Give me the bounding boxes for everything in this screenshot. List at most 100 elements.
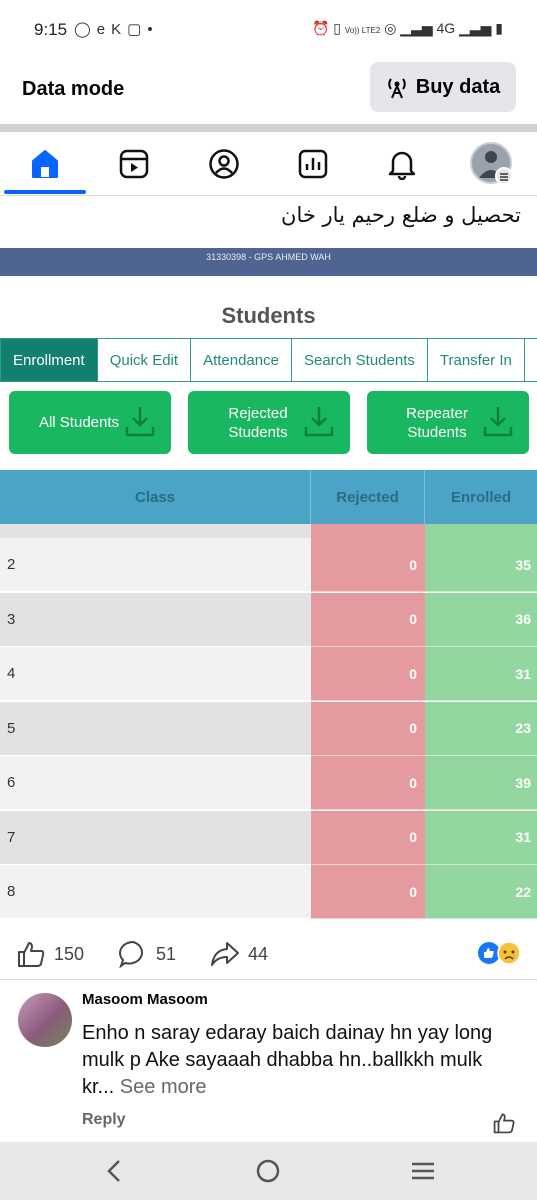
nav-profile[interactable] (184, 132, 264, 196)
class-cell: 4 (0, 647, 311, 701)
header-class: Class (0, 470, 311, 524)
rejected-cell: 0 (311, 701, 425, 756)
share-count: 44 (248, 943, 269, 964)
like-button[interactable]: 150 (16, 940, 84, 968)
reaction-summary[interactable] (477, 941, 521, 965)
status-bar: 9:15 ◯eK▢• ⏰ ▯ Vo)) LTE2 ◎ ▁▃▅ 4G ▁▃▅ ▮ (0, 0, 537, 60)
volte-icon: Vo)) LTE2 (344, 26, 381, 35)
nav-menu-avatar[interactable] (452, 132, 532, 196)
rejected-students-label: Rejected Students (228, 404, 288, 441)
alarm-icon: ⏰ (311, 20, 330, 36)
tab-enrollment[interactable]: Enrollment (1, 339, 98, 381)
comment-icon (119, 940, 143, 968)
nav-notifications[interactable] (362, 132, 442, 196)
rejected-cell: 0 (311, 538, 425, 592)
table-row: 6 0 39 (0, 756, 537, 810)
reply-button[interactable]: Reply (82, 1111, 126, 1129)
share-icon (211, 942, 239, 966)
students-title: Students (221, 303, 316, 328)
enrolled-cell: 39 (425, 756, 537, 810)
enrolled-cell: 31 (425, 810, 537, 865)
download-icon (304, 407, 334, 437)
4g-icon: 4G (436, 20, 456, 36)
table-row: 7 0 31 (0, 810, 537, 865)
table-row: 3 0 36 (0, 592, 537, 647)
all-students-label: All Students (38, 414, 120, 431)
commenter-name[interactable]: Masoom Masoom (82, 991, 208, 1008)
enrolled-cell: 35 (425, 538, 537, 592)
comment-count: 51 (156, 943, 177, 964)
notifications-icon (388, 151, 416, 180)
header-rejected: Rejected (311, 470, 425, 524)
status-time: 9:15 (34, 20, 68, 39)
tab-quick-edit[interactable]: Quick Edit (98, 339, 192, 381)
comment-like-button[interactable] (492, 1112, 516, 1139)
share-button[interactable]: 44 (210, 940, 268, 968)
profile-icon (209, 149, 239, 179)
rejected-cell: 0 (311, 756, 425, 810)
signal-icon: ▁▃▅ (400, 20, 433, 36)
repeater-students-label: Repeater Students (406, 404, 468, 441)
table-header: Class Rejected Enrolled (0, 470, 537, 524)
table-row-partial (0, 524, 537, 538)
commenter-avatar[interactable] (18, 993, 72, 1047)
tab-transfer-out[interactable]: Trans (525, 339, 537, 381)
see-more-link[interactable]: See more (120, 1076, 207, 1098)
recents-icon[interactable] (411, 1161, 435, 1181)
comment-button[interactable]: 51 (118, 940, 176, 968)
class-cell: 7 (0, 810, 311, 865)
rejected-cell: 0 (311, 592, 425, 647)
avatar-icon (470, 142, 513, 185)
enrolled-cell: 23 (425, 701, 537, 756)
tab-attendance[interactable]: Attendance (191, 339, 292, 381)
back-icon[interactable] (104, 1159, 124, 1183)
buy-data-label: Buy data (415, 75, 501, 98)
nav-home[interactable] (5, 132, 85, 196)
dot-icon: • (147, 21, 159, 38)
comment-text: Enho n saray edaray baich dainay hn yay … (82, 1020, 512, 1101)
school-banner: 31330398 - GPS AHMED WAH (0, 248, 537, 276)
divider (0, 124, 537, 132)
vibrate-icon: ▯ (333, 20, 341, 36)
class-cell: 2 (0, 538, 311, 592)
class-cell: 6 (0, 756, 311, 810)
reels-icon (119, 149, 149, 179)
like-icon (18, 942, 45, 967)
class-cell: 8 (0, 865, 311, 919)
post-image[interactable]: 31330398 - GPS AHMED WAH Students Enroll… (0, 248, 537, 920)
post-actions-bar: 150 51 44 (0, 928, 537, 980)
table-row: 4 0 31 (0, 647, 537, 701)
enrolled-cell: 36 (425, 592, 537, 647)
rejected-cell: 0 (311, 865, 425, 919)
all-students-button[interactable]: All Students (9, 391, 171, 454)
repeater-students-button[interactable]: Repeater Students (367, 391, 529, 454)
notification-icons: ◯eK▢• (74, 20, 159, 38)
home-icon (32, 150, 58, 178)
nav-reels[interactable] (94, 132, 174, 196)
hotspot-icon: ◎ (384, 20, 397, 36)
rejected-cell: 0 (311, 810, 425, 865)
enrolled-cell: 22 (425, 865, 537, 919)
table-row: 2 0 35 (0, 538, 537, 592)
nav-dashboard[interactable] (273, 132, 353, 196)
system-nav-bar (0, 1142, 537, 1200)
student-tabs: Enrollment Quick Edit Attendance Search … (0, 338, 537, 382)
download-icon (483, 407, 513, 437)
download-icon (125, 407, 155, 437)
active-tab-indicator (4, 190, 86, 194)
class-cell: 3 (0, 592, 311, 647)
dashboard-icon (298, 149, 328, 179)
e-icon: e (96, 21, 112, 38)
instagram-icon: ▢ (127, 21, 148, 38)
school-banner-text: 31330398 - GPS AHMED WAH (206, 252, 331, 262)
top-nav (0, 132, 537, 196)
enrolled-cell: 31 (425, 647, 537, 701)
like-icon (493, 1113, 515, 1134)
antenna-icon (388, 78, 406, 99)
rejected-students-button[interactable]: Rejected Students (188, 391, 350, 454)
tab-search-students[interactable]: Search Students (292, 339, 428, 381)
tab-transfer-in[interactable]: Transfer In (428, 339, 525, 381)
buy-data-button[interactable]: Buy data (370, 62, 516, 112)
home-button-icon[interactable] (256, 1159, 280, 1183)
post-text: تحصیل و ضلع رحیم یار خان (281, 203, 521, 227)
